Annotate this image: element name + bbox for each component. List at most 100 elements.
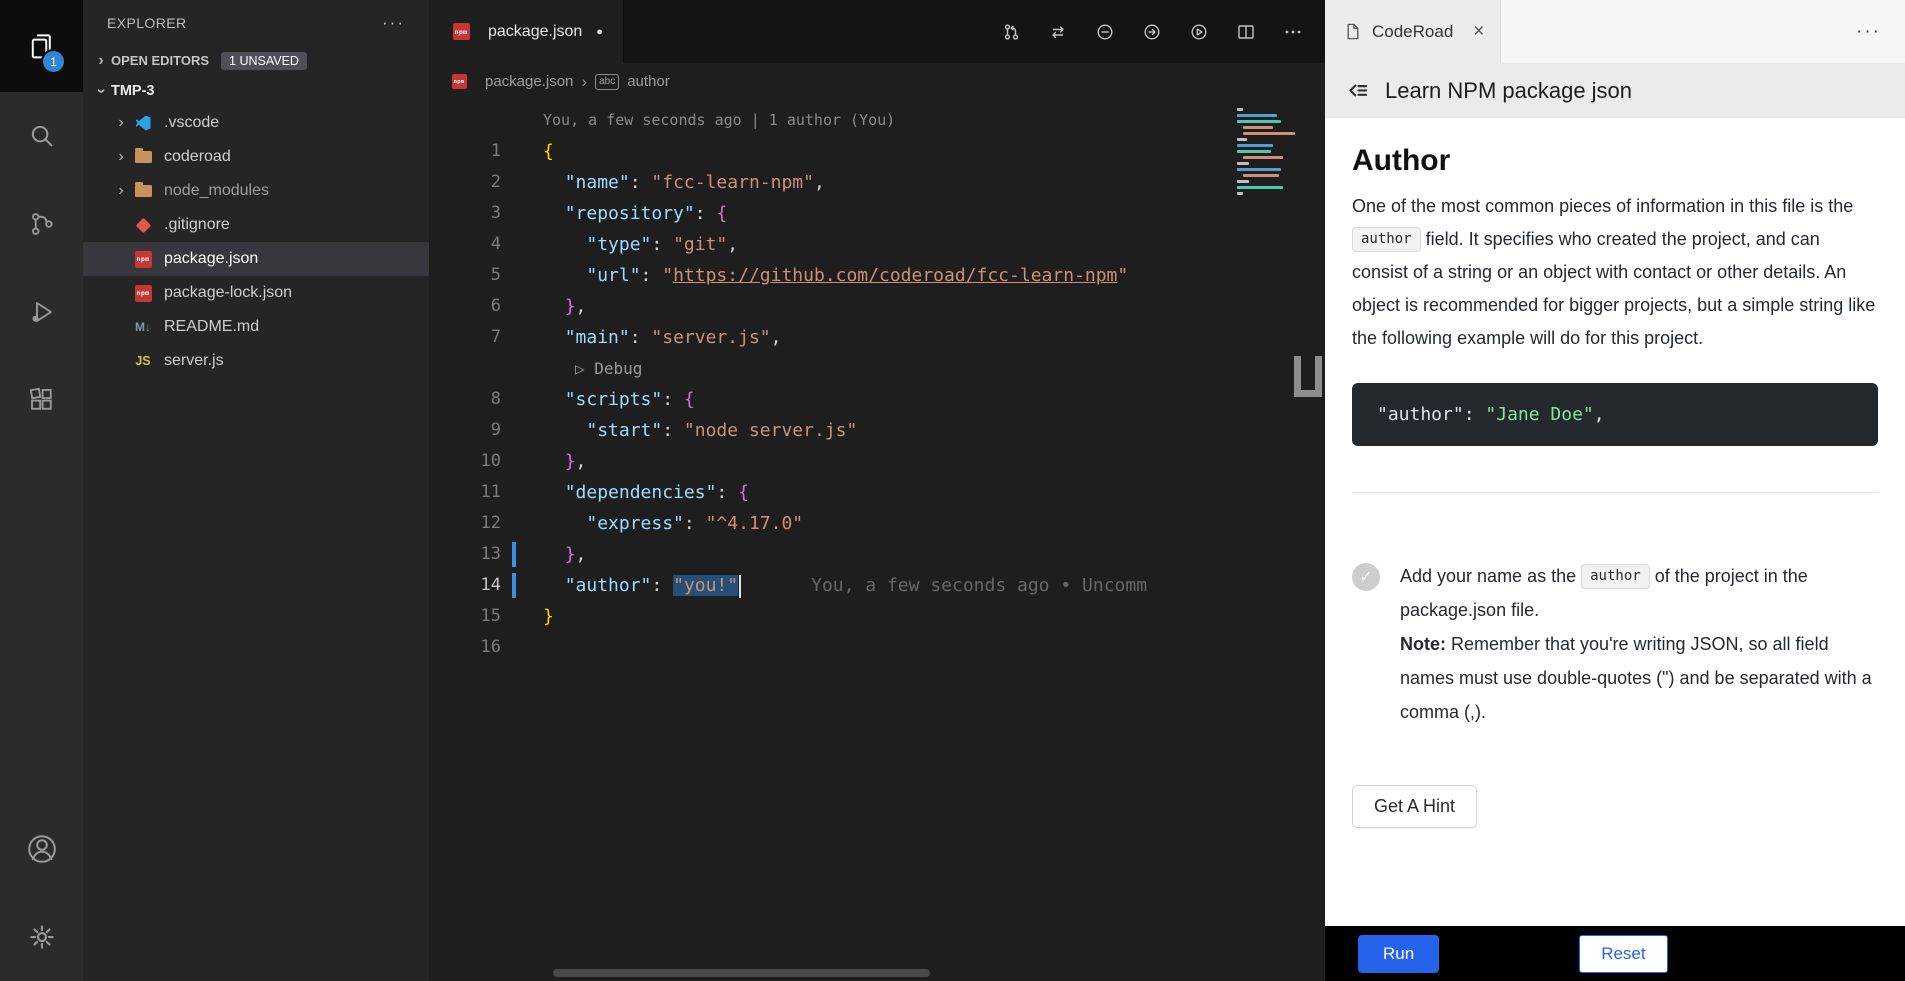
settings-activity-button[interactable] [0, 893, 83, 981]
coderoad-logo-icon[interactable] [1345, 78, 1371, 104]
code-text: }, [543, 539, 586, 570]
chevron-right-icon: › [581, 72, 587, 92]
code-line-6[interactable]: 6 }, [429, 291, 1325, 322]
get-hint-button[interactable]: Get A Hint [1352, 785, 1477, 828]
modified-gutter-marker [501, 570, 543, 601]
file-item-package.json[interactable]: package.json [83, 242, 429, 276]
file-item-node_modules[interactable]: ›node_modules [83, 174, 429, 208]
code-line-7[interactable]: 7 "main": "server.js", [429, 322, 1325, 353]
gutter [501, 136, 543, 167]
file-item-README.md[interactable]: README.md [83, 310, 429, 344]
search-icon [27, 121, 57, 151]
file-item-coderoad[interactable]: ›coderoad [83, 140, 429, 174]
gutter [501, 477, 543, 508]
code-text: "url": "https://github.com/coderoad/fcc-… [543, 260, 1128, 291]
gutter [501, 198, 543, 229]
minimap[interactable] [1237, 108, 1291, 195]
file-item-.gitignore[interactable]: .gitignore [83, 208, 429, 242]
extensions-icon [27, 385, 57, 415]
chevron-right-icon: › [111, 114, 131, 132]
code-line-4[interactable]: 4 "type": "git", [429, 229, 1325, 260]
explorer-more-actions-button[interactable]: ··· [382, 13, 405, 33]
code-text: }, [543, 291, 586, 322]
next-change-icon[interactable] [1142, 22, 1162, 42]
previous-change-icon[interactable] [1095, 22, 1115, 42]
file-tree: ›.vscode›coderoad›node_modules.gitignore… [83, 106, 429, 378]
source-control-activity-button[interactable] [0, 180, 83, 268]
breadcrumbs: package.json › abc author [429, 63, 1325, 100]
split-editor-icon[interactable] [1236, 22, 1256, 42]
npm-file-icon [133, 249, 153, 269]
code-line-9[interactable]: 9 "start": "node server.js" [429, 415, 1325, 446]
panel-more-actions-button[interactable]: ··· [1856, 21, 1905, 43]
code-line-16[interactable]: 16 [429, 632, 1325, 663]
minimap-line [1237, 108, 1243, 111]
code-line-11[interactable]: 11 "dependencies": { [429, 477, 1325, 508]
file-label: README.md [164, 318, 259, 336]
line-number: 13 [429, 539, 501, 570]
line-number: 3 [429, 198, 501, 229]
code-line-10[interactable]: 10 }, [429, 446, 1325, 477]
code-line-2[interactable]: 2 "name": "fcc-learn-npm", [429, 167, 1325, 198]
workspace-root-header[interactable]: › TMP-3 [83, 75, 429, 106]
close-icon[interactable]: × [1473, 21, 1484, 43]
js-file-icon [133, 351, 153, 371]
code-text: "scripts": { [543, 384, 695, 415]
vscode-window: 1 [0, 0, 1905, 981]
file-item-.vscode[interactable]: ›.vscode [83, 106, 429, 140]
explorer-activity-button[interactable]: 1 [0, 0, 83, 92]
code-line-3[interactable]: 3 "repository": { [429, 198, 1325, 229]
gutter [501, 384, 543, 415]
search-activity-button[interactable] [0, 92, 83, 180]
file-item-server.js[interactable]: server.js [83, 344, 429, 378]
code-line-5[interactable]: 5 "url": "https://github.com/coderoad/fc… [429, 260, 1325, 291]
code-line-13[interactable]: 13 }, [429, 539, 1325, 570]
task-item: ✓ Add your name as the author of the pro… [1352, 559, 1878, 729]
run-debug-activity-button[interactable] [0, 268, 83, 356]
minimap-line [1237, 138, 1247, 141]
minimap-line [1237, 186, 1283, 189]
vscode-file-icon [133, 113, 153, 133]
tab-coderoad[interactable]: CodeRoad × [1325, 0, 1501, 63]
minimap-line [1243, 156, 1283, 159]
swap-changes-icon[interactable] [1048, 22, 1068, 42]
run-file-icon[interactable] [1189, 22, 1209, 42]
reset-button[interactable]: Reset [1579, 935, 1667, 973]
unsaved-badge: 1 UNSAVED [221, 52, 307, 70]
code-line-12[interactable]: 12 "express": "^4.17.0" [429, 508, 1325, 539]
extensions-activity-button[interactable] [0, 356, 83, 444]
code-line-14[interactable]: 14 "author": "you!"You, a few seconds ag… [429, 570, 1325, 601]
codelens-debug[interactable]: ▷ Debug [429, 353, 1325, 384]
code-text: "dependencies": { [543, 477, 749, 508]
run-button[interactable]: Run [1358, 935, 1439, 973]
file-item-package-lock.json[interactable]: package-lock.json [83, 276, 429, 310]
code-line-1[interactable]: 1{ [429, 136, 1325, 167]
line-number: 2 [429, 167, 501, 198]
line-number: 11 [429, 477, 501, 508]
tutorial-header: Learn NPM package json [1325, 63, 1905, 118]
panel-tab-label: CodeRoad [1372, 22, 1453, 42]
code-text: "express": "^4.17.0" [543, 508, 803, 539]
code-editor[interactable]: You, a few seconds ago | 1 author (You)1… [429, 100, 1325, 981]
scrollbar-handle[interactable] [1294, 356, 1322, 397]
breadcrumb-symbol[interactable]: author [627, 73, 670, 90]
compare-changes-icon[interactable] [1001, 22, 1021, 42]
inline-code-chip: author [1352, 227, 1421, 252]
horizontal-scrollbar[interactable] [553, 969, 930, 977]
account-activity-button[interactable] [0, 805, 83, 893]
explorer-badge: 1 [41, 49, 66, 74]
gutter [501, 229, 543, 260]
code-text: }, [543, 446, 586, 477]
gutter [501, 322, 543, 353]
breadcrumb-file[interactable]: package.json [485, 73, 573, 90]
tab-package-json[interactable]: package.json ● [429, 0, 624, 63]
line-number: 12 [429, 508, 501, 539]
code-rows: You, a few seconds ago | 1 author (You)1… [429, 105, 1325, 663]
chevron-down-icon: › [92, 81, 110, 101]
gutter [501, 601, 543, 632]
open-editors-header[interactable]: › OPEN EDITORS 1 UNSAVED [83, 46, 429, 75]
section-heading: Author [1352, 144, 1878, 178]
code-line-15[interactable]: 15} [429, 601, 1325, 632]
more-actions-icon[interactable] [1283, 22, 1303, 42]
code-line-8[interactable]: 8 "scripts": { [429, 384, 1325, 415]
